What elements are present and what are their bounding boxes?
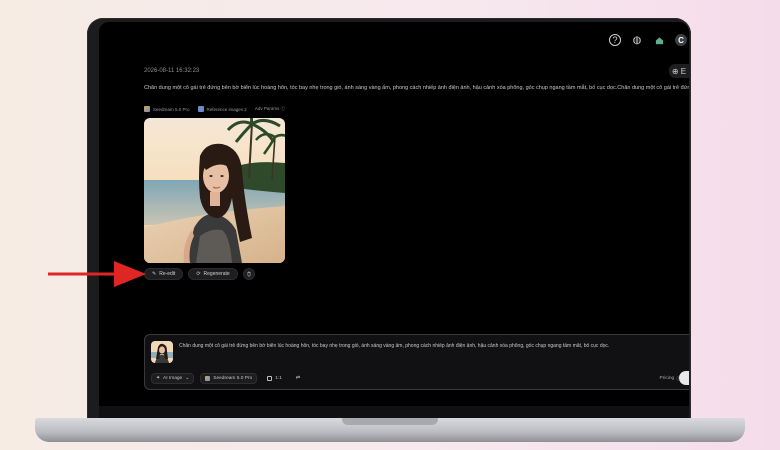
reference-chip[interactable]: Reference images 2 xyxy=(197,106,247,112)
reference-thumbnail[interactable] xyxy=(151,341,173,363)
prompt-text: Chân dung một cô gái trẻ đứng bên bờ biể… xyxy=(144,85,689,91)
aspect-ratio-icon xyxy=(267,376,273,381)
chevron-down-icon: ⌄ xyxy=(185,376,190,381)
laptop-notch xyxy=(342,418,438,425)
ratio-selector[interactable]: 1:1 xyxy=(263,373,286,384)
globe-icon[interactable]: ◍ xyxy=(631,34,643,46)
sparkle-icon: ✦ xyxy=(156,376,161,381)
model-selector-label: Seedream 5.0 Pro xyxy=(213,376,253,381)
model-chip-label: Seedream 5.0 Pro xyxy=(153,106,190,112)
prompt-composer: Chân dung một cô gái trẻ đứng bên bờ biể… xyxy=(144,334,689,390)
avatar[interactable]: C xyxy=(675,34,687,46)
ratio-label: 1:1 xyxy=(275,376,282,381)
mode-label: AI Image xyxy=(163,376,183,381)
mode-selector[interactable]: ✦ AI Image ⌄ xyxy=(151,373,195,384)
swap-icon: ⇄ xyxy=(295,376,300,381)
params-chip-label: Adv Params ⓘ xyxy=(254,106,286,111)
model-selector[interactable]: Seedream 5.0 Pro xyxy=(200,373,258,384)
generated-image[interactable] xyxy=(144,118,285,263)
pencil-icon: ✎ xyxy=(152,271,157,277)
reference-chip-label: Reference images 2 xyxy=(206,106,247,112)
top-bar: ? ◍ C xyxy=(609,32,689,48)
model-icon xyxy=(205,376,211,381)
re-edit-button[interactable]: ✎ Re-edit xyxy=(144,268,184,280)
re-edit-label: Re-edit xyxy=(159,271,176,277)
image-actions: ✎ Re-edit ⟳ Regenerate xyxy=(144,268,255,280)
params-chip[interactable]: Adv Params ⓘ xyxy=(255,106,285,112)
generation-timestamp: 2026-08-11 16:32:23 xyxy=(144,68,200,74)
help-icon[interactable]: ? xyxy=(609,34,621,46)
app-screen: ? ◍ C ⊕ E 2026-08-11 16:32:23 Chân dung … xyxy=(99,22,689,420)
composer-toolbar: ✦ AI Image ⌄ Seedream 5.0 Pro 1:1 ⇄ xyxy=(151,373,304,384)
model-chip[interactable]: Seedream 5.0 Pro xyxy=(144,106,190,112)
trash-icon xyxy=(247,271,251,277)
delete-button[interactable] xyxy=(242,268,255,280)
regenerate-label: Regenerate xyxy=(203,271,230,277)
swap-button[interactable]: ⇄ xyxy=(292,373,304,384)
annotation-arrow xyxy=(48,261,146,287)
regenerate-button[interactable]: ⟳ Regenerate xyxy=(188,268,238,280)
model-icon xyxy=(144,106,150,112)
prompt-input[interactable]: Chân dung một cô gái trẻ đứng bên bờ biể… xyxy=(179,343,689,349)
image-icon xyxy=(197,106,204,112)
generation-meta: Seedream 5.0 Pro Reference images 2 Adv … xyxy=(144,106,285,112)
zoom-button[interactable]: ⊕ E xyxy=(669,64,689,78)
home-icon[interactable] xyxy=(653,34,665,46)
send-button[interactable] xyxy=(679,371,689,385)
pricing-label: Pricing xyxy=(659,376,675,381)
refresh-icon: ⟳ xyxy=(196,271,201,277)
pricing-link[interactable]: Pricing ⓘ xyxy=(660,375,681,382)
